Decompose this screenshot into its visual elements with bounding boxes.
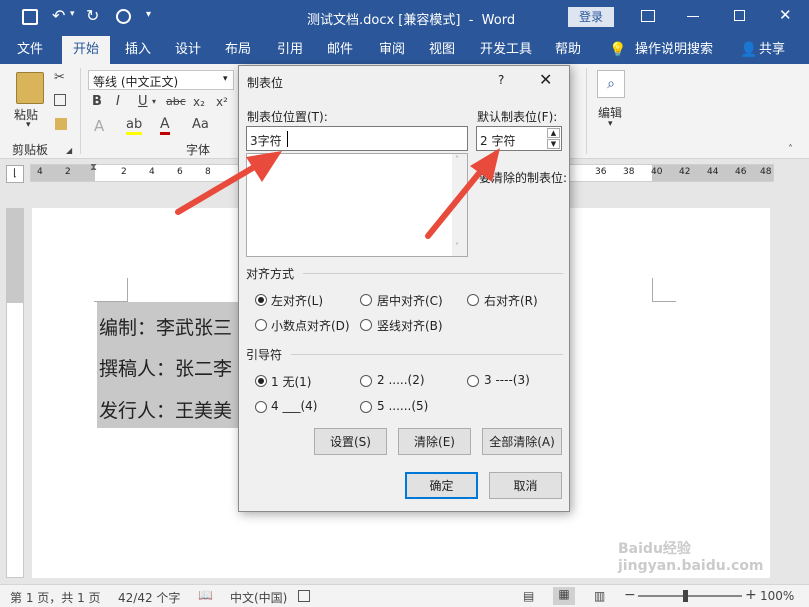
arrow-to-default-tab [425, 148, 500, 239]
arrow-to-tab-position [175, 151, 282, 215]
annotation-arrows [175, 148, 500, 239]
